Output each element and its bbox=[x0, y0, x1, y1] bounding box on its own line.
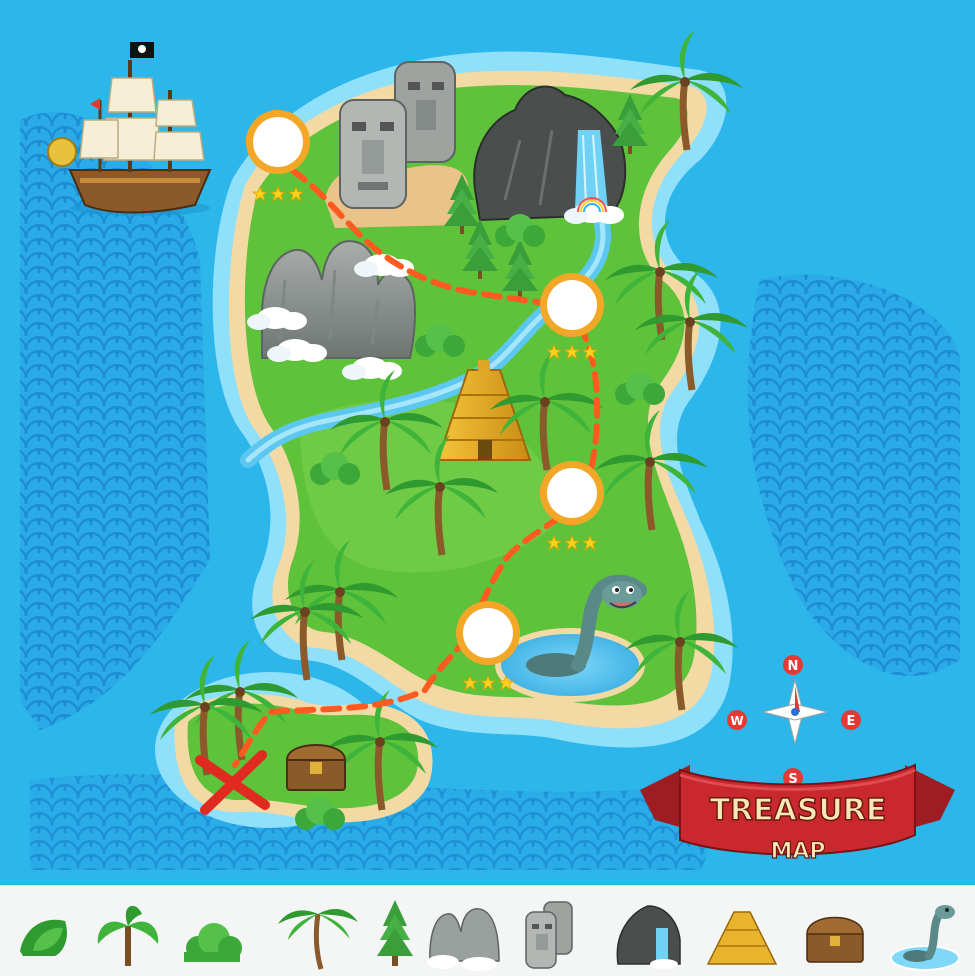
title-map: MAP bbox=[770, 839, 825, 864]
treasure-map-screen: N S E W TREASURE MAP bbox=[0, 0, 975, 976]
treasure-map: N S E W TREASURE MAP bbox=[0, 0, 975, 885]
treasure-chest-icon[interactable] bbox=[806, 916, 864, 963]
asset-tray bbox=[0, 885, 975, 976]
svg-text:N: N bbox=[788, 659, 799, 674]
compass-west: W bbox=[727, 710, 747, 730]
compass-north: N bbox=[783, 655, 803, 675]
compass-east: E bbox=[841, 710, 861, 730]
svg-text:W: W bbox=[730, 714, 743, 728]
svg-text:E: E bbox=[847, 714, 856, 729]
treasure-chest bbox=[285, 744, 347, 791]
title-treasure: TREASURE bbox=[710, 793, 887, 828]
